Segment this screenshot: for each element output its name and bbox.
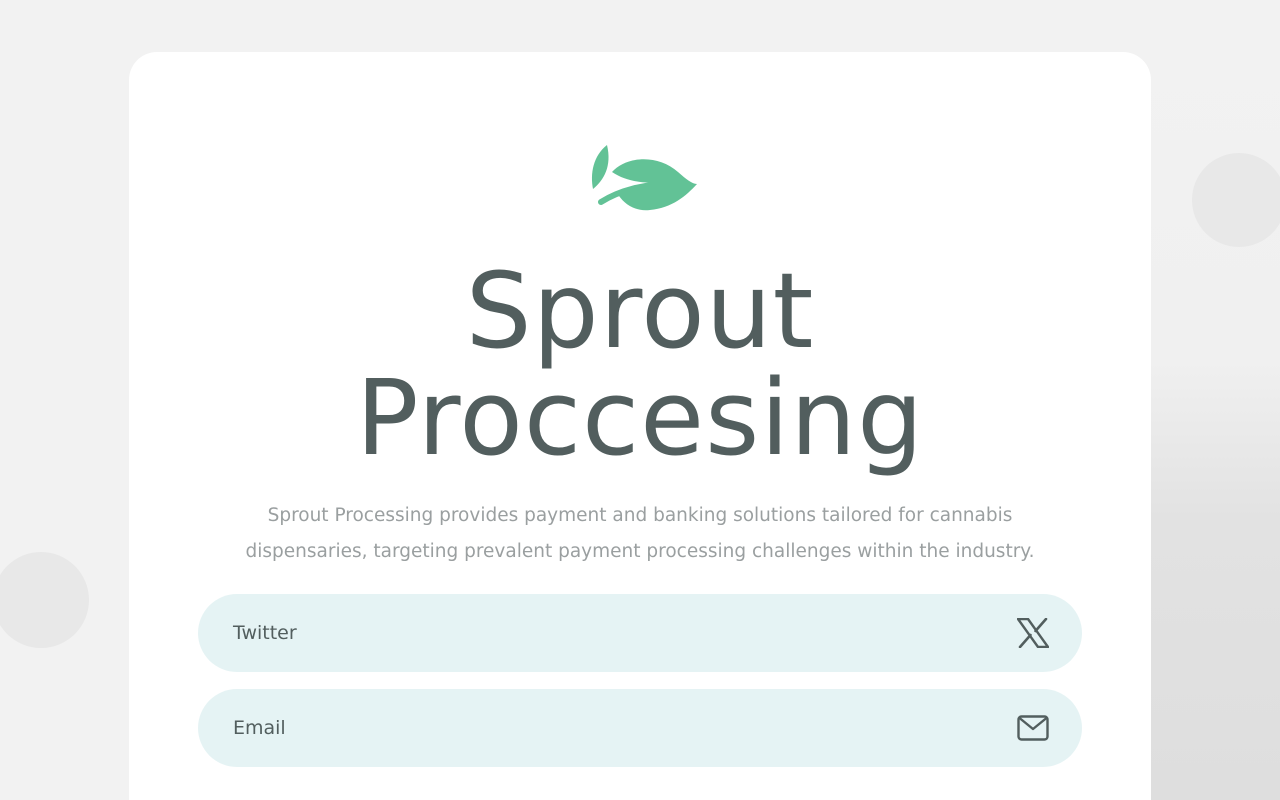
leaf-logo-icon xyxy=(590,144,700,214)
email-link-label: Email xyxy=(233,717,286,739)
title-line-2: Proccesing xyxy=(355,357,925,479)
page-title: Sprout Proccesing xyxy=(129,258,1151,472)
envelope-icon xyxy=(1016,711,1050,745)
decorative-circle-right xyxy=(1192,153,1280,247)
x-twitter-icon xyxy=(1016,616,1050,650)
decorative-circle-left xyxy=(0,552,89,648)
title-line-1: Sprout xyxy=(465,250,815,372)
description-text: Sprout Processing provides payment and b… xyxy=(245,505,1035,562)
email-link-button[interactable]: Email xyxy=(198,689,1082,767)
twitter-link-button[interactable]: Twitter xyxy=(198,594,1082,672)
twitter-link-label: Twitter xyxy=(233,622,297,644)
